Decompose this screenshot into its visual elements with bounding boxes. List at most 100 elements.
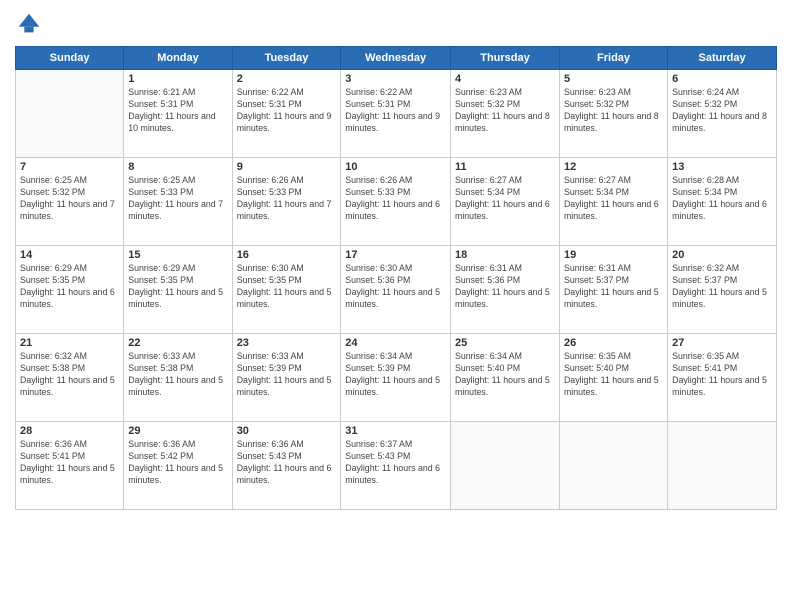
day-cell: 31Sunrise: 6:37 AMSunset: 5:43 PMDayligh… bbox=[341, 422, 451, 510]
day-number: 25 bbox=[455, 337, 555, 349]
day-info: Sunrise: 6:30 AMSunset: 5:35 PMDaylight:… bbox=[237, 263, 337, 311]
day-info: Sunrise: 6:34 AMSunset: 5:40 PMDaylight:… bbox=[455, 351, 555, 399]
day-number: 3 bbox=[345, 73, 446, 85]
day-info: Sunrise: 6:26 AMSunset: 5:33 PMDaylight:… bbox=[237, 175, 337, 223]
header-monday: Monday bbox=[124, 47, 232, 70]
day-cell: 3 Sunrise: 6:22 AMSunset: 5:31 PMDaylight… bbox=[341, 70, 451, 158]
day-cell: 15Sunrise: 6:29 AMSunset: 5:35 PMDayligh… bbox=[124, 246, 232, 334]
day-info: Sunrise: 6:32 AMSunset: 5:37 PMDaylight:… bbox=[672, 263, 772, 311]
day-cell: 26Sunrise: 6:35 AMSunset: 5:40 PMDayligh… bbox=[559, 334, 667, 422]
day-number: 29 bbox=[128, 425, 227, 437]
day-number: 30 bbox=[237, 425, 337, 437]
day-cell: 1 Sunrise: 6:21 AMSunset: 5:31 PMDaylight… bbox=[124, 70, 232, 158]
day-cell: 23Sunrise: 6:33 AMSunset: 5:39 PMDayligh… bbox=[232, 334, 341, 422]
day-number: 8 bbox=[128, 161, 227, 173]
day-cell: 8 Sunrise: 6:25 AMSunset: 5:33 PMDaylight… bbox=[124, 158, 232, 246]
day-info: Sunrise: 6:25 AMSunset: 5:32 PMDaylight:… bbox=[20, 175, 119, 223]
week-row-4: 21 Sunrise: 6:32 AMSunset: 5:38 PMDayligh… bbox=[16, 334, 777, 422]
header-saturday: Saturday bbox=[668, 47, 777, 70]
day-info: Sunrise: 6:21 AMSunset: 5:31 PMDaylight:… bbox=[128, 87, 227, 135]
day-info: Sunrise: 6:36 AMSunset: 5:43 PMDaylight:… bbox=[237, 439, 337, 487]
day-cell: 22 Sunrise: 6:33 AMSunset: 5:38 PMDayligh… bbox=[124, 334, 232, 422]
day-info: Sunrise: 6:32 AMSunset: 5:38 PMDaylight:… bbox=[20, 351, 119, 399]
day-cell: 19 Sunrise: 6:31 AMSunset: 5:37 PMDayligh… bbox=[559, 246, 667, 334]
day-info: Sunrise: 6:30 AMSunset: 5:36 PMDaylight:… bbox=[345, 263, 446, 311]
day-info: Sunrise: 6:22 AMSunset: 5:31 PMDaylight:… bbox=[345, 87, 446, 135]
day-info: Sunrise: 6:35 AMSunset: 5:40 PMDaylight:… bbox=[564, 351, 663, 399]
day-number: 16 bbox=[237, 249, 337, 261]
day-cell: 29Sunrise: 6:36 AMSunset: 5:42 PMDayligh… bbox=[124, 422, 232, 510]
day-cell: 9 Sunrise: 6:26 AMSunset: 5:33 PMDaylight… bbox=[232, 158, 341, 246]
day-info: Sunrise: 6:34 AMSunset: 5:39 PMDaylight:… bbox=[345, 351, 446, 399]
day-info: Sunrise: 6:22 AMSunset: 5:31 PMDaylight:… bbox=[237, 87, 337, 135]
day-number: 1 bbox=[128, 73, 227, 85]
day-info: Sunrise: 6:28 AMSunset: 5:34 PMDaylight:… bbox=[672, 175, 772, 223]
page-header bbox=[15, 10, 777, 38]
day-info: Sunrise: 6:26 AMSunset: 5:33 PMDaylight:… bbox=[345, 175, 446, 223]
day-cell: 17 Sunrise: 6:30 AMSunset: 5:36 PMDayligh… bbox=[341, 246, 451, 334]
day-info: Sunrise: 6:23 AMSunset: 5:32 PMDaylight:… bbox=[564, 87, 663, 135]
day-number: 10 bbox=[345, 161, 446, 173]
header-wednesday: Wednesday bbox=[341, 47, 451, 70]
day-number: 15 bbox=[128, 249, 227, 261]
day-number: 11 bbox=[455, 161, 555, 173]
day-number: 28 bbox=[20, 425, 119, 437]
day-cell: 18 Sunrise: 6:31 AMSunset: 5:36 PMDayligh… bbox=[451, 246, 560, 334]
day-cell: 28 Sunrise: 6:36 AMSunset: 5:41 PMDayligh… bbox=[16, 422, 124, 510]
header-sunday: Sunday bbox=[16, 47, 124, 70]
day-cell bbox=[668, 422, 777, 510]
header-row: SundayMondayTuesdayWednesdayThursdayFrid… bbox=[16, 47, 777, 70]
day-info: Sunrise: 6:25 AMSunset: 5:33 PMDaylight:… bbox=[128, 175, 227, 223]
day-number: 19 bbox=[564, 249, 663, 261]
day-cell: 5 Sunrise: 6:23 AMSunset: 5:32 PMDaylight… bbox=[559, 70, 667, 158]
day-number: 23 bbox=[237, 337, 337, 349]
calendar-page: SundayMondayTuesdayWednesdayThursdayFrid… bbox=[0, 0, 792, 612]
day-number: 22 bbox=[128, 337, 227, 349]
day-info: Sunrise: 6:31 AMSunset: 5:37 PMDaylight:… bbox=[564, 263, 663, 311]
day-number: 13 bbox=[672, 161, 772, 173]
day-number: 12 bbox=[564, 161, 663, 173]
day-cell: 14 Sunrise: 6:29 AMSunset: 5:35 PMDayligh… bbox=[16, 246, 124, 334]
day-info: Sunrise: 6:23 AMSunset: 5:32 PMDaylight:… bbox=[455, 87, 555, 135]
day-info: Sunrise: 6:36 AMSunset: 5:41 PMDaylight:… bbox=[20, 439, 119, 487]
day-info: Sunrise: 6:24 AMSunset: 5:32 PMDaylight:… bbox=[672, 87, 772, 135]
day-cell: 27 Sunrise: 6:35 AMSunset: 5:41 PMDayligh… bbox=[668, 334, 777, 422]
day-number: 14 bbox=[20, 249, 119, 261]
day-number: 9 bbox=[237, 161, 337, 173]
day-number: 18 bbox=[455, 249, 555, 261]
day-number: 7 bbox=[20, 161, 119, 173]
day-number: 2 bbox=[237, 73, 337, 85]
day-info: Sunrise: 6:33 AMSunset: 5:38 PMDaylight:… bbox=[128, 351, 227, 399]
day-cell: 25 Sunrise: 6:34 AMSunset: 5:40 PMDayligh… bbox=[451, 334, 560, 422]
day-number: 21 bbox=[20, 337, 119, 349]
day-number: 17 bbox=[345, 249, 446, 261]
day-info: Sunrise: 6:35 AMSunset: 5:41 PMDaylight:… bbox=[672, 351, 772, 399]
logo bbox=[15, 10, 47, 38]
day-number: 5 bbox=[564, 73, 663, 85]
day-cell: 30 Sunrise: 6:36 AMSunset: 5:43 PMDayligh… bbox=[232, 422, 341, 510]
calendar-table: SundayMondayTuesdayWednesdayThursdayFrid… bbox=[15, 46, 777, 510]
day-cell: 12 Sunrise: 6:27 AMSunset: 5:34 PMDayligh… bbox=[559, 158, 667, 246]
day-number: 4 bbox=[455, 73, 555, 85]
day-info: Sunrise: 6:27 AMSunset: 5:34 PMDaylight:… bbox=[564, 175, 663, 223]
day-cell: 2 Sunrise: 6:22 AMSunset: 5:31 PMDaylight… bbox=[232, 70, 341, 158]
day-number: 20 bbox=[672, 249, 772, 261]
week-row-3: 14 Sunrise: 6:29 AMSunset: 5:35 PMDayligh… bbox=[16, 246, 777, 334]
day-info: Sunrise: 6:37 AMSunset: 5:43 PMDaylight:… bbox=[345, 439, 446, 487]
day-cell bbox=[559, 422, 667, 510]
header-friday: Friday bbox=[559, 47, 667, 70]
day-number: 27 bbox=[672, 337, 772, 349]
calendar-header: SundayMondayTuesdayWednesdayThursdayFrid… bbox=[16, 47, 777, 70]
logo-icon bbox=[15, 10, 43, 38]
day-number: 6 bbox=[672, 73, 772, 85]
day-cell: 24Sunrise: 6:34 AMSunset: 5:39 PMDayligh… bbox=[341, 334, 451, 422]
week-row-1: 1 Sunrise: 6:21 AMSunset: 5:31 PMDaylight… bbox=[16, 70, 777, 158]
header-tuesday: Tuesday bbox=[232, 47, 341, 70]
day-cell bbox=[16, 70, 124, 158]
week-row-2: 7 Sunrise: 6:25 AMSunset: 5:32 PMDaylight… bbox=[16, 158, 777, 246]
day-cell: 7 Sunrise: 6:25 AMSunset: 5:32 PMDaylight… bbox=[16, 158, 124, 246]
day-info: Sunrise: 6:31 AMSunset: 5:36 PMDaylight:… bbox=[455, 263, 555, 311]
day-cell: 21 Sunrise: 6:32 AMSunset: 5:38 PMDayligh… bbox=[16, 334, 124, 422]
day-info: Sunrise: 6:29 AMSunset: 5:35 PMDaylight:… bbox=[20, 263, 119, 311]
calendar-body: 1 Sunrise: 6:21 AMSunset: 5:31 PMDaylight… bbox=[16, 70, 777, 510]
